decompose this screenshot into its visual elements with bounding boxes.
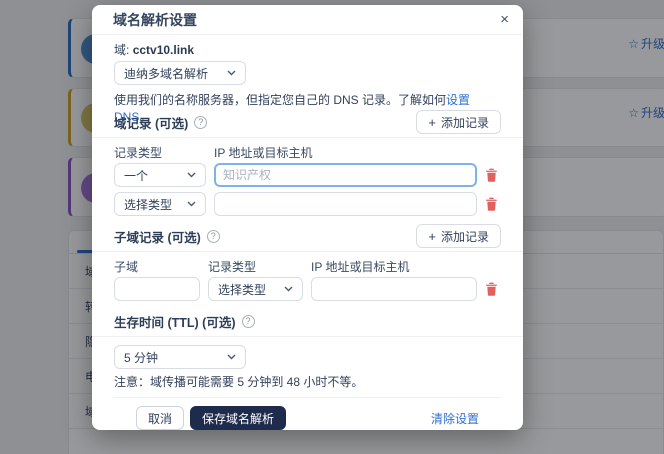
nameserver-description: 使用我们的名称服务器，但指定您自己的 DNS 记录。了解如何设置 DNS。 (114, 91, 501, 106)
modal-title: 域名解析设置 (113, 10, 197, 30)
help-icon[interactable]: ? (242, 315, 255, 328)
modal-header: 域名解析设置 × (92, 5, 523, 35)
column-subdomain: 子域 (114, 258, 200, 275)
ttl-title: 生存时间 (TTL) (可选) (114, 312, 236, 331)
ttl-select-value: 5 分钟 (124, 349, 158, 366)
close-icon[interactable]: × (500, 12, 509, 27)
domain-record-row: 一个 (114, 163, 501, 187)
nameserver-select-value: 迪纳多域名解析 (124, 65, 208, 82)
add-domain-record-button[interactable]: + 添加记录 (416, 110, 501, 134)
domain-records-columns: 记录类型 IP 地址或目标主机 (114, 144, 501, 157)
record-type-value: 选择类型 (124, 196, 172, 213)
delete-record-icon[interactable] (485, 197, 499, 212)
cancel-button[interactable]: 取消 (136, 406, 184, 430)
record-type-select[interactable]: 选择类型 (208, 277, 303, 301)
domain-line: 域: cctv10.link (114, 41, 501, 57)
delete-record-icon[interactable] (485, 168, 499, 183)
subdomain-records-columns: 子域 记录类型 IP 地址或目标主机 (114, 258, 501, 271)
column-ip-host: IP 地址或目标主机 (311, 258, 477, 275)
domain-label: 域: (114, 43, 129, 57)
subdomain-records-header: 子域记录 (可选) ? + 添加记录 (114, 221, 501, 251)
modal-body: 域: cctv10.link 迪纳多域名解析 使用我们的名称服务器，但指定您自己… (92, 35, 523, 430)
subdomain-input[interactable] (114, 277, 200, 301)
help-icon[interactable]: ? (207, 230, 220, 243)
add-record-label: 添加记录 (441, 228, 489, 245)
subdomain-record-row: 选择类型 (114, 277, 501, 301)
column-record-type: 记录类型 (208, 258, 303, 275)
record-type-value: 选择类型 (218, 281, 266, 298)
ip-host-input[interactable] (311, 277, 477, 301)
add-subdomain-record-button[interactable]: + 添加记录 (416, 224, 501, 248)
record-type-select[interactable]: 选择类型 (114, 192, 206, 216)
ip-host-input[interactable] (214, 163, 477, 187)
help-icon[interactable]: ? (194, 116, 207, 129)
plus-icon: + (428, 229, 436, 244)
chevron-down-icon (227, 70, 236, 76)
ttl-select[interactable]: 5 分钟 (114, 345, 246, 369)
add-record-label: 添加记录 (441, 114, 489, 131)
ttl-header: 生存时间 (TTL) (可选) ? (114, 306, 501, 336)
record-type-select[interactable]: 一个 (114, 163, 206, 187)
chevron-down-icon (187, 201, 196, 207)
section-divider (92, 336, 523, 337)
modal-footer: 取消 保存域名解析 清除设置 (114, 398, 501, 430)
chevron-down-icon (187, 172, 196, 178)
column-record-type: 记录类型 (114, 144, 206, 161)
chevron-down-icon (284, 286, 293, 292)
clear-settings-link[interactable]: 清除设置 (431, 410, 479, 427)
plus-icon: + (428, 115, 436, 130)
save-dns-button[interactable]: 保存域名解析 (190, 406, 286, 430)
subdomain-records-title: 子域记录 (可选) (114, 227, 201, 246)
ttl-note: 注意：域传播可能需要 5 分钟到 48 小时不等。 (114, 373, 501, 388)
domain-value: cctv10.link (133, 43, 194, 57)
domain-records-title: 域记录 (可选) (114, 113, 188, 132)
domain-records-header: 域记录 (可选) ? + 添加记录 (114, 107, 501, 137)
dns-settings-modal: 域名解析设置 × 域: cctv10.link 迪纳多域名解析 使用我们的名称服… (92, 5, 523, 430)
domain-record-row: 选择类型 (114, 192, 501, 216)
chevron-down-icon (227, 354, 236, 360)
section-divider (92, 251, 523, 252)
ip-host-input[interactable] (214, 192, 477, 216)
delete-record-icon[interactable] (485, 282, 499, 297)
description-text: 使用我们的名称服务器，但指定您自己的 DNS 记录。了解如何 (114, 93, 446, 107)
section-divider (92, 137, 523, 138)
record-type-value: 一个 (124, 167, 148, 184)
nameserver-select[interactable]: 迪纳多域名解析 (114, 61, 246, 85)
column-ip-host: IP 地址或目标主机 (214, 144, 477, 161)
